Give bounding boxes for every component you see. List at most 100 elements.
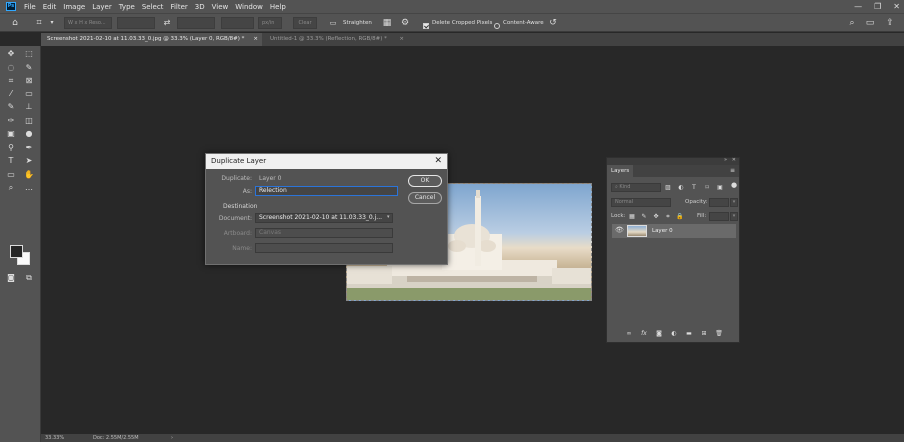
type-tool-icon[interactable]: T bbox=[5, 155, 17, 166]
ratio-select[interactable]: W x H x Reso... bbox=[64, 17, 112, 29]
blend-mode-select[interactable]: Normal bbox=[611, 198, 671, 207]
cancel-button[interactable]: Cancel bbox=[408, 192, 442, 204]
home-icon[interactable]: ⌂ bbox=[9, 17, 21, 29]
adjustment-filter-icon[interactable]: ◐ bbox=[677, 183, 685, 192]
rectangle-tool-icon[interactable]: ▭ bbox=[5, 169, 17, 180]
close-icon[interactable]: × bbox=[253, 33, 258, 46]
straighten-label[interactable]: Straighten bbox=[343, 17, 372, 29]
swap-icon[interactable]: ⇄ bbox=[161, 17, 173, 29]
clear-button[interactable]: Clear bbox=[293, 17, 317, 29]
lock-position-icon[interactable]: ✥ bbox=[652, 212, 660, 221]
zoom-level[interactable]: 33.33% bbox=[45, 434, 64, 442]
menu-window[interactable]: Window bbox=[235, 3, 263, 11]
chevron-right-icon[interactable]: › bbox=[171, 434, 173, 442]
document-select[interactable]: Screenshot 2021-02-10 at 11.03.33_0.j... bbox=[255, 213, 393, 223]
lock-icon[interactable]: 🔒 bbox=[676, 212, 684, 221]
fill-input[interactable] bbox=[709, 212, 729, 221]
as-input[interactable]: Relection bbox=[255, 186, 398, 196]
lock-artboard-icon[interactable]: ⌗ bbox=[664, 212, 672, 221]
pixel-filter-icon[interactable]: ▨ bbox=[664, 183, 672, 192]
brush-tool-icon[interactable]: ✎ bbox=[5, 101, 17, 112]
blur-tool-icon[interactable]: ● bbox=[23, 128, 35, 139]
filter-toggle-icon[interactable]: ● bbox=[730, 181, 738, 190]
minimize-icon[interactable]: — bbox=[854, 2, 862, 11]
menu-image[interactable]: Image bbox=[63, 3, 85, 11]
eraser-tool-icon[interactable]: ◫ bbox=[23, 115, 35, 126]
panel-menu-icon[interactable]: ≡ bbox=[730, 167, 735, 174]
opacity-input[interactable] bbox=[709, 198, 729, 207]
share-icon[interactable]: ⇪ bbox=[884, 17, 896, 29]
gear-icon[interactable]: ⚙ bbox=[399, 17, 411, 29]
menu-edit[interactable]: Edit bbox=[43, 3, 57, 11]
smart-object-filter-icon[interactable]: ▣ bbox=[716, 183, 724, 192]
menu-file[interactable]: File bbox=[24, 3, 36, 11]
frame-tool-icon[interactable]: ⊠ bbox=[23, 75, 35, 86]
artboard-select[interactable]: Canvas bbox=[255, 228, 393, 238]
restore-icon[interactable]: ❐ bbox=[874, 2, 881, 11]
crop-tool-icon[interactable]: ⌗ bbox=[33, 17, 45, 29]
type-filter-icon[interactable]: T bbox=[690, 183, 698, 192]
resolution-input[interactable] bbox=[221, 17, 254, 29]
collapse-icon[interactable]: » bbox=[724, 157, 727, 163]
height-input[interactable] bbox=[177, 17, 215, 29]
mask-icon[interactable]: ◙ bbox=[655, 329, 663, 338]
zoom-tool-icon[interactable]: ⌕ bbox=[5, 182, 17, 193]
menu-3d[interactable]: 3D bbox=[195, 3, 205, 11]
content-aware-checkbox[interactable] bbox=[494, 23, 500, 29]
undo-icon[interactable]: ↺ bbox=[547, 17, 559, 29]
shape-filter-icon[interactable]: ⌑ bbox=[703, 183, 711, 192]
pen-tool-icon[interactable]: ✒ bbox=[23, 142, 35, 153]
menu-help[interactable]: Help bbox=[270, 3, 286, 11]
eye-icon[interactable]: 👁 bbox=[615, 226, 624, 234]
close-icon[interactable]: ✕ bbox=[732, 157, 736, 163]
tab-screenshot[interactable]: Screenshot 2021-02-10 at 11.03.33_0.jpg … bbox=[41, 33, 262, 46]
menu-filter[interactable]: Filter bbox=[170, 3, 187, 11]
chevron-down-icon[interactable]: ▾ bbox=[730, 212, 738, 221]
move-tool-icon[interactable]: ✥ bbox=[5, 48, 17, 59]
width-input[interactable] bbox=[117, 17, 155, 29]
tab-untitled[interactable]: Untitled-1 @ 33.3% (Reflection, RGB/8#) … bbox=[264, 33, 408, 46]
layer-row[interactable]: 👁 Layer 0 bbox=[612, 224, 736, 238]
more-tools-icon[interactable]: … bbox=[23, 182, 35, 193]
marquee-tool-icon[interactable]: ⬚ bbox=[23, 48, 35, 59]
chevron-down-icon[interactable]: ▾ bbox=[46, 17, 58, 29]
fx-icon[interactable]: fx bbox=[640, 329, 648, 338]
kind-filter-select[interactable]: ⌕ Kind bbox=[611, 183, 661, 192]
quick-mask-icon[interactable]: ◙ bbox=[5, 272, 17, 283]
menu-type[interactable]: Type bbox=[119, 3, 135, 11]
lock-transparent-icon[interactable]: ▦ bbox=[628, 212, 636, 221]
units-select[interactable]: px/in bbox=[258, 17, 282, 29]
menu-layer[interactable]: Layer bbox=[92, 3, 112, 11]
eyedropper-tool-icon[interactable]: ⁄ bbox=[5, 88, 17, 99]
close-icon[interactable]: ✕ bbox=[434, 154, 442, 169]
foreground-color-swatch[interactable] bbox=[10, 245, 23, 258]
lock-image-icon[interactable]: ✎ bbox=[640, 212, 648, 221]
gradient-tool-icon[interactable]: ▣ bbox=[5, 128, 17, 139]
quick-select-tool-icon[interactable]: ✎ bbox=[23, 62, 35, 73]
menu-select[interactable]: Select bbox=[142, 3, 164, 11]
ok-button[interactable]: OK bbox=[408, 175, 442, 187]
close-icon[interactable]: × bbox=[399, 33, 404, 46]
menu-view[interactable]: View bbox=[212, 3, 229, 11]
link-icon[interactable]: ∞ bbox=[625, 329, 633, 338]
path-select-tool-icon[interactable]: ➤ bbox=[23, 155, 35, 166]
new-layer-icon[interactable]: ⊞ bbox=[700, 329, 708, 338]
adjustment-layer-icon[interactable]: ◐ bbox=[670, 329, 678, 338]
tab-layers[interactable]: Layers bbox=[607, 165, 633, 177]
hand-tool-icon[interactable]: ✋ bbox=[23, 169, 35, 180]
dodge-tool-icon[interactable]: ⚲ bbox=[5, 142, 17, 153]
folder-icon[interactable]: ▬ bbox=[685, 329, 693, 338]
close-icon[interactable]: ✕ bbox=[893, 2, 900, 11]
trash-icon[interactable]: 🗑 bbox=[715, 329, 723, 338]
straighten-icon[interactable]: ▭ bbox=[327, 17, 339, 29]
name-input[interactable] bbox=[255, 243, 393, 253]
crop-tool-icon[interactable]: ⌗ bbox=[5, 75, 17, 86]
stamp-tool-icon[interactable]: ⊥ bbox=[23, 101, 35, 112]
screen-mode-icon[interactable]: ⧉ bbox=[23, 272, 35, 283]
search-icon[interactable]: ⌕ bbox=[846, 17, 858, 29]
history-brush-tool-icon[interactable]: ✑ bbox=[5, 115, 17, 126]
delete-cropped-checkbox[interactable] bbox=[423, 23, 429, 29]
healing-tool-icon[interactable]: ▭ bbox=[23, 88, 35, 99]
overlay-grid-icon[interactable]: ▦ bbox=[381, 17, 393, 29]
workspace-icon[interactable]: ▭ bbox=[864, 17, 876, 29]
